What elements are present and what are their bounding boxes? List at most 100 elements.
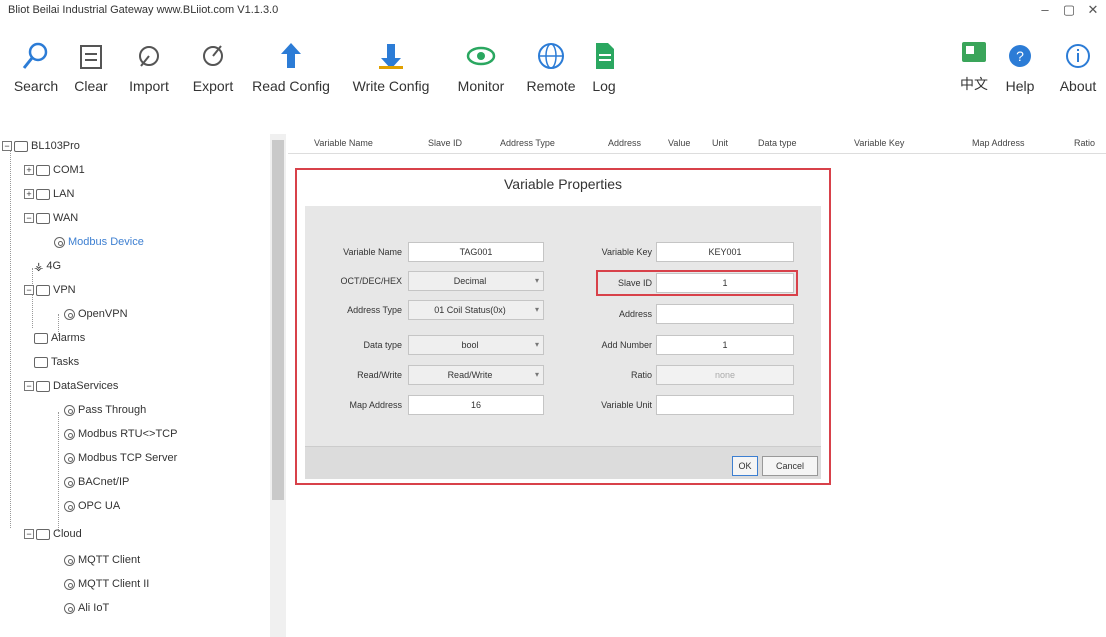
variable-name-field[interactable]: TAG001 [408,242,544,262]
search-button[interactable]: Search [8,22,64,98]
serial-port-icon [36,164,50,176]
column-slave-id[interactable]: Slave ID [428,138,462,148]
window-title: Bliot Beilai Industrial Gateway www.BLii… [8,4,279,16]
tree-node-tasks[interactable]: Tasks [34,352,79,372]
tree-node-lan[interactable]: + LAN [24,184,74,204]
variable-unit-field[interactable] [656,395,794,415]
variable-key-label: Variable Key [601,247,652,257]
tree-node-modbus-rtu-tcp[interactable]: Modbus RTU<>TCP [64,424,177,444]
collapse-icon: − [24,213,34,223]
column-variable-key[interactable]: Variable Key [854,138,904,148]
map-address-field[interactable]: 16 [408,395,544,415]
column-ratio[interactable]: Ratio [1074,138,1095,148]
title-bar: Bliot Beilai Industrial Gateway www.BLii… [0,0,1106,20]
column-address-type[interactable]: Address Type [500,138,555,148]
tree-node-ali-iot[interactable]: Ali IoT [64,598,109,618]
minimize-button[interactable]: – [1038,2,1052,18]
search-icon [22,42,48,69]
ok-button[interactable]: OK [732,456,758,476]
tree-node-openvpn[interactable]: OpenVPN [64,304,128,324]
monitor-button[interactable]: Monitor [446,22,516,98]
address-type-select[interactable]: 01 Coil Status(0x) ▾ [408,300,544,320]
add-number-field[interactable]: 1 [656,335,794,355]
variable-key-field[interactable]: KEY001 [656,242,794,262]
column-address[interactable]: Address [608,138,641,148]
ratio-label: Ratio [630,370,652,380]
close-button[interactable]: ✕ [1086,2,1100,18]
ratio-field: none [656,365,794,385]
tree-node-wan-device[interactable]: Modbus Device [54,232,144,252]
tree-node-alarms[interactable]: Alarms [34,328,85,348]
tree-node-vpn[interactable]: − VPN [24,280,76,300]
column-unit[interactable]: Unit [712,138,728,148]
cancel-button[interactable]: Cancel [762,456,818,476]
expand-icon: + [24,189,34,199]
data-services-icon [36,380,50,392]
column-value[interactable]: Value [668,138,690,148]
tree-node-modbus-tcp-server[interactable]: Modbus TCP Server [64,448,177,468]
gear-icon [64,500,75,512]
gear-icon [64,404,75,416]
tree-node-wan[interactable]: − WAN [24,208,78,228]
tree-node-pass-through[interactable]: Pass Through [64,400,146,420]
tree-node-com1[interactable]: + COM1 [24,160,85,180]
write-config-icon [379,44,403,69]
alarm-icon [34,332,48,344]
clear-button[interactable]: Clear [66,22,116,98]
tree-node-root[interactable]: − BL103Pro [2,136,80,156]
gear-icon [64,428,75,440]
help-button[interactable]: ? Help [1000,22,1040,98]
language-button[interactable]: 中文 [954,22,994,98]
collapse-icon: − [24,381,34,391]
tree-scrollbar-thumb[interactable] [272,140,284,500]
device-icon [14,140,28,152]
column-data-type[interactable]: Data type [758,138,797,148]
map-address-label: Map Address [349,400,402,410]
add-number-label: Add Number [601,340,652,350]
tree-node-mqtt-client-2[interactable]: MQTT Client II [64,574,149,594]
column-variable-name[interactable]: Variable Name [314,138,373,148]
data-type-select[interactable]: bool ▾ [408,335,544,355]
import-button[interactable]: Import [118,22,180,98]
eye-icon [466,46,496,66]
tree-node-cloud[interactable]: − Cloud [24,524,82,544]
gear-icon [64,308,75,320]
remote-button[interactable]: Remote [518,22,584,98]
address-field[interactable] [656,304,794,324]
about-button[interactable]: About [1050,22,1106,98]
collapse-icon: − [2,141,12,151]
tree-node-bacnet[interactable]: BACnet/IP [64,472,129,492]
gear-icon [64,452,75,464]
collapse-icon: − [24,529,34,539]
read-write-select[interactable]: Read/Write ▾ [408,365,544,385]
gear-icon [64,476,75,488]
tree-node-mqtt-client[interactable]: MQTT Client [64,550,140,570]
log-icon [596,43,614,69]
write-config-button[interactable]: Write Config [342,22,440,98]
export-button[interactable]: Export [182,22,244,98]
tree-node-opc-ua[interactable]: OPC UA [64,496,120,516]
tree-connector [10,148,11,528]
tree-node-dataservices[interactable]: − DataServices [24,376,118,396]
oct-dec-hex-select[interactable]: Decimal ▾ [408,271,544,291]
chevron-down-icon: ▾ [534,276,539,285]
maximize-button[interactable]: ▢ [1062,2,1076,18]
cloud-icon [36,528,50,540]
gear-icon [54,236,65,248]
variable-properties-dialog: Variable Properties [295,168,831,485]
read-config-button[interactable]: Read Config [244,22,338,98]
variable-table-header: Variable Name Slave ID Address Type Addr… [288,134,1106,154]
log-button[interactable]: Log [584,22,624,98]
language-icon [962,42,986,62]
import-icon [139,46,159,67]
info-icon [1066,44,1090,68]
gear-icon [64,554,75,566]
tree-node-4g[interactable]: ⚶ 4G [34,256,61,276]
window-controls: – ▢ ✕ [1038,2,1100,18]
help-icon: ? [1009,45,1031,67]
collapse-icon: − [24,285,34,295]
app-window: Bliot Beilai Industrial Gateway www.BLii… [0,0,1106,637]
tree-connector [58,412,59,532]
column-map-address[interactable]: Map Address [972,138,1025,148]
toolbar: Search Clear Import Export Read Config W… [0,22,1106,98]
